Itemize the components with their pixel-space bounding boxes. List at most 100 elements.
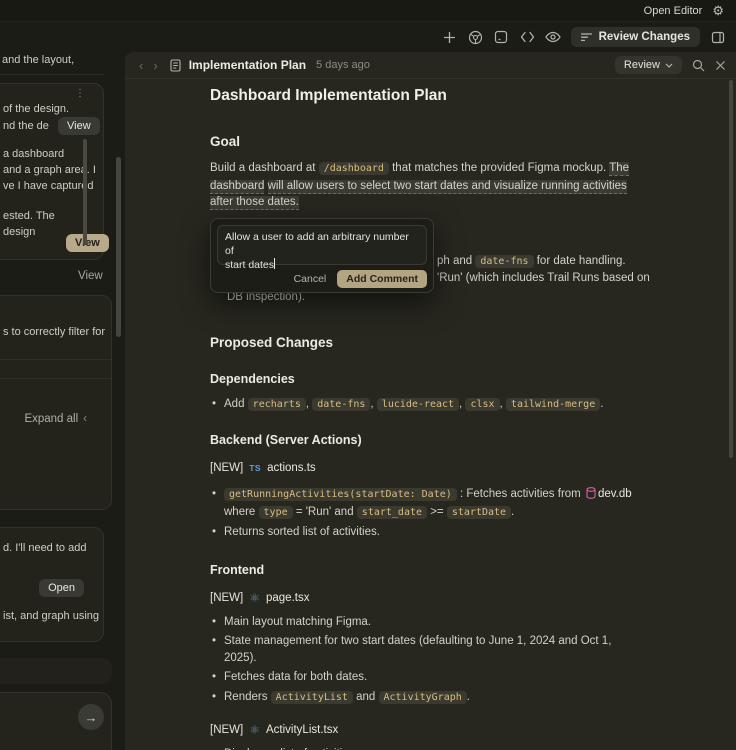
commented-text-highlight[interactable]: will allow users to select two start dat… xyxy=(210,180,627,211)
backend-list: getRunningActivities(startDate: Date) : … xyxy=(210,486,640,541)
document-header: ‹ › Implementation Plan 5 days ago Revie… xyxy=(125,52,736,79)
chat-message-fragment: and the layout, xyxy=(2,54,74,66)
text-caret xyxy=(274,258,275,269)
document-timestamp: 5 days ago xyxy=(316,59,370,71)
new-label: [NEW] xyxy=(210,592,243,604)
list-item: Displays a list of activities. xyxy=(210,746,640,750)
chevron-left-icon: ‹ xyxy=(83,413,87,425)
send-button[interactable]: → xyxy=(78,704,104,730)
popup-actions: Cancel Add Comment xyxy=(217,270,427,288)
new-file-row: [NEW] ⚛ page.tsx xyxy=(210,592,640,604)
expand-all-link[interactable]: Expand all‹ xyxy=(24,413,87,425)
filename: page.tsx xyxy=(266,592,309,604)
inline-code: type xyxy=(259,506,293,519)
card-text: ested. The xyxy=(3,210,55,222)
divider xyxy=(0,359,111,360)
frontend-list: Main layout matching Figma. State manage… xyxy=(210,614,640,707)
add-comment-button[interactable]: Add Comment xyxy=(337,270,427,288)
view-link[interactable]: View xyxy=(78,270,103,282)
chat-card-followup: d. I'll need to add Open ist, and graph … xyxy=(0,527,104,642)
document-scrollbar[interactable] xyxy=(729,80,733,458)
frontend-heading: Frontend xyxy=(210,563,640,577)
chat-card-details: s to correctly filter for Expand all‹ xyxy=(0,295,112,510)
filename: ActivityList.tsx xyxy=(266,724,338,736)
close-icon[interactable] xyxy=(715,60,726,71)
back-icon[interactable]: ‹ xyxy=(137,58,145,73)
card-scrollbar[interactable] xyxy=(83,139,87,245)
code-icon[interactable] xyxy=(519,29,536,46)
diff-list-icon xyxy=(581,33,592,42)
card-text: ist, and graph using xyxy=(3,610,99,622)
arrow-right-icon: → xyxy=(85,710,98,725)
inline-code: /dashboard xyxy=(319,162,389,175)
inline-code: getRunningActivities(startDate: Date) xyxy=(224,488,457,501)
search-icon[interactable] xyxy=(692,59,705,72)
divider xyxy=(0,378,111,379)
list-item: Main layout matching Figma. xyxy=(210,614,640,631)
review-dropdown[interactable]: Review xyxy=(615,56,682,74)
card-text: nd the dе xyxy=(3,120,49,132)
sidebar-scrollbar[interactable] xyxy=(116,157,121,337)
inline-code: ActivityList xyxy=(271,691,353,704)
react-icon: ⚛ xyxy=(249,592,260,604)
list-item: getRunningActivities(startDate: Date) : … xyxy=(210,486,640,521)
forward-icon[interactable]: › xyxy=(151,58,159,73)
document-scroll-area[interactable]: Dashboard Implementation Plan Goal Build… xyxy=(125,79,736,750)
new-file-row: [NEW] TS actions.ts xyxy=(210,462,640,474)
document-content: Dashboard Implementation Plan Goal Build… xyxy=(125,79,640,750)
side-panel-icon[interactable] xyxy=(709,29,726,46)
chat-sidebar: and the layout, ⋮ of the design. nd the … xyxy=(0,52,112,750)
card-text: a dashboard xyxy=(3,148,64,160)
goal-paragraph: Build a dashboard at /dashboard that mat… xyxy=(210,160,638,211)
review-changes-button[interactable]: Review Changes xyxy=(571,27,700,47)
cancel-button[interactable]: Cancel xyxy=(294,273,327,285)
card-text: design xyxy=(3,226,35,238)
browser-preview-icon[interactable] xyxy=(467,29,484,46)
new-label: [NEW] xyxy=(210,462,243,474)
window-title-bar: Open Editor ⚙ xyxy=(0,0,736,22)
list-item: State management for two start dates (de… xyxy=(210,633,640,666)
eye-icon[interactable] xyxy=(545,29,562,46)
collapsed-bar[interactable] xyxy=(0,658,112,684)
inline-code: lucide-react xyxy=(377,398,459,411)
card-text: of the design. xyxy=(3,103,69,115)
filename: actions.ts xyxy=(267,462,316,474)
inline-code: tailwind-merge xyxy=(506,398,600,411)
document-panel: ‹ › Implementation Plan 5 days ago Revie… xyxy=(125,52,736,750)
obscured-text-fragment: 'Run' (which includes Trail Runs based o… xyxy=(437,272,650,284)
add-icon[interactable] xyxy=(441,29,458,46)
card-text: s to correctly filter for xyxy=(3,326,105,338)
open-editor-button[interactable]: Open Editor xyxy=(644,5,703,17)
chat-input[interactable]: → xyxy=(0,692,112,750)
view-button[interactable]: View xyxy=(58,117,100,135)
new-file-row: [NEW] ⚛ ActivityList.tsx xyxy=(210,724,640,736)
open-button[interactable]: Open xyxy=(39,579,84,597)
list-item: Add recharts, date-fns, lucide-react, cl… xyxy=(210,396,640,414)
obscured-content-region: ph and date-fns for date handling. 'Run'… xyxy=(210,211,640,325)
inline-code: recharts xyxy=(248,398,306,411)
react-icon: ⚛ xyxy=(249,724,260,736)
document-icon xyxy=(170,59,181,72)
inline-code: clsx xyxy=(465,398,499,411)
dependencies-list: Add recharts, date-fns, lucide-react, cl… xyxy=(210,396,640,414)
divider xyxy=(0,74,104,75)
typescript-icon: TS xyxy=(249,463,261,473)
chat-card-plan-summary: ⋮ of the design. nd the dе View a dashbo… xyxy=(0,83,104,260)
page-title: Dashboard Implementation Plan xyxy=(210,87,640,105)
inline-code: ActivityGraph xyxy=(379,691,467,704)
list-item: Returns sorted list of activities. xyxy=(210,524,640,541)
document-title: Implementation Plan xyxy=(189,58,306,72)
add-comment-popup: Allow a user to add an arbitrary number … xyxy=(210,218,434,293)
inline-code: date-fns xyxy=(475,255,533,268)
database-icon xyxy=(586,487,596,499)
comment-input[interactable]: Allow a user to add an arbitrary number … xyxy=(217,225,427,265)
gear-icon[interactable]: ⚙ xyxy=(712,4,724,17)
card-text: d. I'll need to add xyxy=(3,542,86,554)
obscured-text-fragment: ph and date-fns for date handling. xyxy=(437,255,626,267)
review-changes-label: Review Changes xyxy=(599,31,690,43)
inline-code: startDate xyxy=(447,506,511,519)
kebab-menu-icon[interactable]: ⋮ xyxy=(75,88,85,99)
terminal-panel-icon[interactable] xyxy=(493,29,510,46)
inline-code: start_date xyxy=(357,506,427,519)
view-button-highlighted[interactable]: View xyxy=(66,234,109,252)
